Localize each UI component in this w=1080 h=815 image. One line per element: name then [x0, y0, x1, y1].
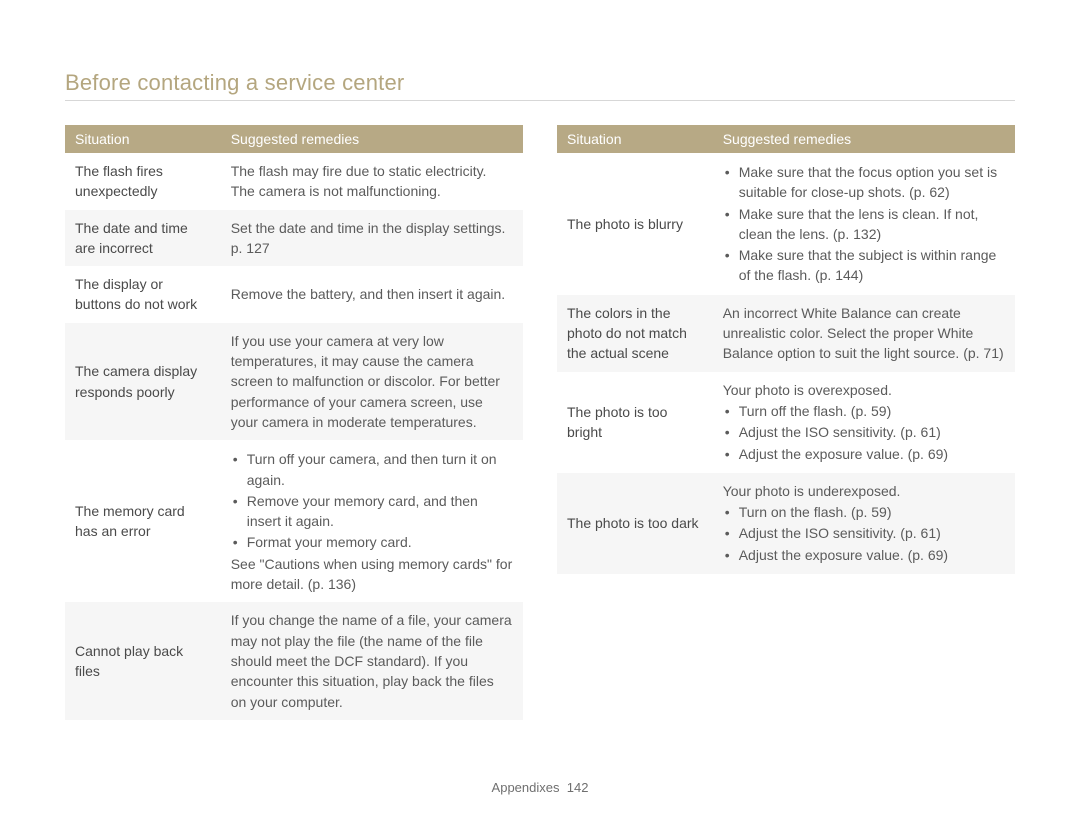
table-cell-situation: The camera display responds poorly: [65, 323, 221, 440]
remedy-bullet: Make sure that the lens is clean. If not…: [723, 204, 1005, 245]
table-row: The photo is too brightYour photo is ove…: [557, 372, 1015, 473]
right-table: Situation Suggested remedies The photo i…: [557, 125, 1015, 574]
table-row: The photo is blurryMake sure that the fo…: [557, 153, 1015, 295]
table-cell-situation: The memory card has an error: [65, 440, 221, 602]
table-cell-situation: Cannot play back files: [65, 602, 221, 719]
right-th-remedies: Suggested remedies: [713, 125, 1015, 153]
table-cell-situation: The colors in the photo do not match the…: [557, 295, 713, 372]
footer-page: 142: [567, 780, 589, 795]
right-column: Situation Suggested remedies The photo i…: [557, 125, 1015, 720]
remedy-text: Your photo is overexposed.: [723, 380, 1005, 400]
remedy-bullet: Remove your memory card, and then insert…: [231, 491, 513, 532]
remedy-bullet-list: Turn off your camera, and then turn it o…: [231, 449, 513, 552]
table-cell-remedy: If you change the name of a file, your c…: [221, 602, 523, 719]
remedy-text: If you change the name of a file, your c…: [231, 610, 513, 711]
remedy-bullet: Turn on the flash. (p. 59): [723, 502, 1005, 522]
remedy-text: Remove the battery, and then insert it a…: [231, 284, 513, 304]
remedy-text: If you use your camera at very low tempe…: [231, 331, 513, 432]
remedy-bullet: Format your memory card.: [231, 532, 513, 552]
table-row: The flash fires unexpectedlyThe flash ma…: [65, 153, 523, 210]
content-columns: Situation Suggested remedies The flash f…: [65, 125, 1015, 720]
table-row: The photo is too darkYour photo is under…: [557, 473, 1015, 574]
table-cell-remedy: Your photo is overexposed.Turn off the f…: [713, 372, 1015, 473]
table-cell-situation: The photo is too bright: [557, 372, 713, 473]
table-cell-situation: The display or buttons do not work: [65, 266, 221, 323]
right-th-situation: Situation: [557, 125, 713, 153]
table-cell-remedy: The flash may fire due to static electri…: [221, 153, 523, 210]
table-row: The display or buttons do not work Remove…: [65, 266, 523, 323]
table-cell-remedy: If you use your camera at very low tempe…: [221, 323, 523, 440]
footer-section: Appendixes: [492, 780, 560, 795]
remedy-bullet: Make sure that the focus option you set …: [723, 162, 1005, 203]
remedy-text: See "Cautions when using memory cards" f…: [231, 554, 513, 595]
left-th-situation: Situation: [65, 125, 221, 153]
remedy-text: An incorrect White Balance can create un…: [723, 303, 1005, 364]
remedy-text: The flash may fire due to static electri…: [231, 161, 513, 202]
table-cell-remedy: Make sure that the focus option you set …: [713, 153, 1015, 295]
remedy-bullet: Adjust the exposure value. (p. 69): [723, 444, 1005, 464]
left-table: Situation Suggested remedies The flash f…: [65, 125, 523, 720]
remedy-text: Your photo is underexposed.: [723, 481, 1005, 501]
remedy-bullet: Adjust the ISO sensitivity. (p. 61): [723, 523, 1005, 543]
remedy-bullet-list: Turn off the flash. (p. 59)Adjust the IS…: [723, 401, 1005, 464]
table-cell-situation: The flash fires unexpectedly: [65, 153, 221, 210]
title-underline: [65, 100, 1015, 101]
left-column: Situation Suggested remedies The flash f…: [65, 125, 523, 720]
table-cell-situation: The date and time are incorrect: [65, 210, 221, 267]
page-footer: Appendixes 142: [0, 780, 1080, 795]
table-cell-remedy: Turn off your camera, and then turn it o…: [221, 440, 523, 602]
table-cell-remedy: Your photo is underexposed.Turn on the f…: [713, 473, 1015, 574]
table-row: The camera display responds poorlyIf you…: [65, 323, 523, 440]
table-row: The colors in the photo do not match the…: [557, 295, 1015, 372]
table-cell-situation: The photo is too dark: [557, 473, 713, 574]
table-cell-situation: The photo is blurry: [557, 153, 713, 295]
remedy-bullet: Turn off the flash. (p. 59): [723, 401, 1005, 421]
table-row: Cannot play back filesIf you change the …: [65, 602, 523, 719]
table-row: The date and time are incorrectSet the d…: [65, 210, 523, 267]
remedy-bullet-list: Make sure that the focus option you set …: [723, 162, 1005, 286]
left-th-remedies: Suggested remedies: [221, 125, 523, 153]
remedy-bullet: Adjust the exposure value. (p. 69): [723, 545, 1005, 565]
remedy-bullet-list: Turn on the flash. (p. 59)Adjust the ISO…: [723, 502, 1005, 565]
table-cell-remedy: Remove the battery, and then insert it a…: [221, 266, 523, 323]
table-row: The memory card has an errorTurn off you…: [65, 440, 523, 602]
table-cell-remedy: Set the date and time in the display set…: [221, 210, 523, 267]
page-title: Before contacting a service center: [65, 70, 1015, 96]
remedy-bullet: Turn off your camera, and then turn it o…: [231, 449, 513, 490]
remedy-bullet: Adjust the ISO sensitivity. (p. 61): [723, 422, 1005, 442]
table-cell-remedy: An incorrect White Balance can create un…: [713, 295, 1015, 372]
remedy-bullet: Make sure that the subject is within ran…: [723, 245, 1005, 286]
remedy-text: Set the date and time in the display set…: [231, 218, 513, 259]
